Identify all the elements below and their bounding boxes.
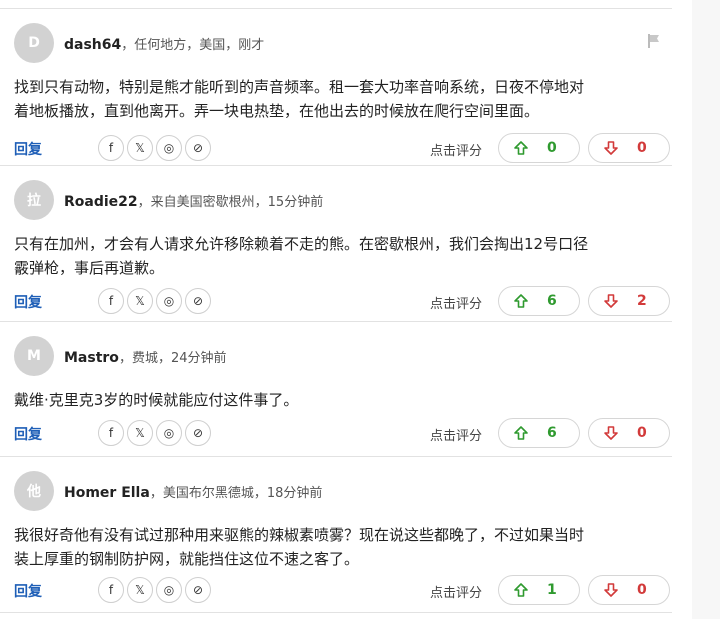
author-name[interactable]: Roadie22 bbox=[64, 194, 138, 210]
comment-header: 拉 Roadie22，来自美国密歇根州，15分钟前 bbox=[14, 180, 323, 220]
comment-actions: 回复 f 𝕏 ◎ ⊘ 点击评分 0 0 bbox=[14, 133, 670, 163]
comment-text: 我很好奇他有没有试过那种用来驱熊的辣椒素喷雾？现在说这些都晚了，不过如果当时 装上… bbox=[14, 523, 664, 571]
share-buttons: f 𝕏 ◎ ⊘ bbox=[98, 135, 211, 161]
downvote-count: 0 bbox=[637, 582, 647, 598]
comment-header: 他 Homer Ella，美国布尔黑德城，18分钟前 bbox=[14, 471, 322, 511]
upvote-button[interactable]: 6 bbox=[498, 418, 580, 448]
arrow-up-icon bbox=[513, 582, 529, 598]
upvote-count: 6 bbox=[547, 293, 557, 309]
comment-card: 他 Homer Ella，美国布尔黑德城，18分钟前我很好奇他有没有试过那种用来驱… bbox=[0, 456, 672, 608]
author-name[interactable]: dash64 bbox=[64, 37, 121, 53]
comment-meta: Homer Ella，美国布尔黑德城，18分钟前 bbox=[64, 482, 322, 501]
upvote-count: 1 bbox=[547, 582, 557, 598]
whatsapp-icon[interactable]: ◎ bbox=[156, 288, 182, 314]
comment-text-line: 戴维·克里克3岁的时候就能应付这件事了。 bbox=[14, 391, 299, 409]
link-icon[interactable]: ⊘ bbox=[185, 288, 211, 314]
arrow-down-icon bbox=[603, 293, 619, 309]
share-buttons: f 𝕏 ◎ ⊘ bbox=[98, 288, 211, 314]
facebook-icon[interactable]: f bbox=[98, 420, 124, 446]
arrow-down-icon bbox=[603, 140, 619, 156]
downvote-button[interactable]: 0 bbox=[588, 133, 670, 163]
comment-text-line: 只有在加州，才会有人请求允许移除赖着不走的熊。在密歇根州，我们会掏出12号口径 bbox=[14, 235, 589, 253]
comment-actions: 回复 f 𝕏 ◎ ⊘ 点击评分 6 0 bbox=[14, 418, 670, 448]
link-icon[interactable]: ⊘ bbox=[185, 420, 211, 446]
downvote-count: 0 bbox=[637, 140, 647, 156]
comment-meta: Mastro，费城，24分钟前 bbox=[64, 347, 226, 366]
comment-text: 戴维·克里克3岁的时候就能应付这件事了。 bbox=[14, 388, 664, 412]
comment-location-time: ，任何地方，美国，刚才 bbox=[121, 37, 265, 53]
upvote-button[interactable]: 6 bbox=[498, 286, 580, 316]
avatar: 拉 bbox=[14, 180, 54, 220]
comment-card: 拉 Roadie22，来自美国密歇根州，15分钟前只有在加州，才会有人请求允许移除… bbox=[0, 165, 672, 319]
reply-button[interactable]: 回复 bbox=[14, 292, 42, 312]
comment-text: 只有在加州，才会有人请求允许移除赖着不走的熊。在密歇根州，我们会掏出12号口径霰… bbox=[14, 232, 664, 280]
comment-location-time: ，费城，24分钟前 bbox=[118, 350, 227, 366]
whatsapp-icon[interactable]: ◎ bbox=[156, 420, 182, 446]
upvote-count: 6 bbox=[547, 425, 557, 441]
comment-actions: 回复 f 𝕏 ◎ ⊘ 点击评分 1 0 bbox=[14, 575, 670, 605]
comment-text: 找到只有动物，特别是熊才能听到的声音频率。租一套大功率音响系统，日夜不停地对 着地… bbox=[14, 75, 664, 123]
comment-location-time: ，美国布尔黑德城，18分钟前 bbox=[149, 485, 323, 501]
arrow-up-icon bbox=[513, 425, 529, 441]
author-name[interactable]: Mastro bbox=[64, 350, 119, 366]
comment-text-line: 我很好奇他有没有试过那种用来驱熊的辣椒素喷雾？现在说这些都晚了，不过如果当时 bbox=[14, 526, 585, 544]
share-buttons: f 𝕏 ◎ ⊘ bbox=[98, 577, 211, 603]
comment-header: Ddash64，任何地方，美国，刚才 bbox=[14, 23, 264, 63]
share-buttons: f 𝕏 ◎ ⊘ bbox=[98, 420, 211, 446]
whatsapp-icon[interactable]: ◎ bbox=[156, 135, 182, 161]
comment-card: Ddash64，任何地方，美国，刚才找到只有动物，特别是熊才能听到的声音频率。租… bbox=[0, 8, 672, 166]
reply-button[interactable]: 回复 bbox=[14, 139, 42, 159]
upvote-button[interactable]: 0 bbox=[498, 133, 580, 163]
downvote-button[interactable]: 0 bbox=[588, 575, 670, 605]
avatar: M bbox=[14, 336, 54, 376]
avatar: 他 bbox=[14, 471, 54, 511]
author-name[interactable]: Homer Ella bbox=[64, 485, 150, 501]
comment-location-time: ，来自美国密歇根州，15分钟前 bbox=[137, 194, 324, 210]
downvote-count: 2 bbox=[637, 293, 647, 309]
facebook-icon[interactable]: f bbox=[98, 577, 124, 603]
comment-meta: dash64，任何地方，美国，刚才 bbox=[64, 34, 264, 53]
comment-card: M Mastro，费城，24分钟前戴维·克里克3岁的时候就能应付这件事了。 回复 f 𝕏… bbox=[0, 321, 672, 451]
whatsapp-icon[interactable]: ◎ bbox=[156, 577, 182, 603]
link-icon[interactable]: ⊘ bbox=[185, 577, 211, 603]
rate-label: 点击评分 bbox=[430, 297, 483, 312]
comment-text-line: 找到只有动物，特别是熊才能听到的声音频率。租一套大功率音响系统，日夜不停地对 bbox=[14, 78, 585, 96]
comment-meta: Roadie22，来自美国密歇根州，15分钟前 bbox=[64, 191, 323, 210]
avatar: D bbox=[14, 23, 54, 63]
upvote-count: 0 bbox=[547, 140, 557, 156]
reply-button[interactable]: 回复 bbox=[14, 581, 42, 601]
rate-label: 点击评分 bbox=[430, 586, 483, 601]
x-icon[interactable]: 𝕏 bbox=[127, 420, 153, 446]
downvote-button[interactable]: 2 bbox=[588, 286, 670, 316]
comment-header: M Mastro，费城，24分钟前 bbox=[14, 336, 226, 376]
arrow-down-icon bbox=[603, 425, 619, 441]
x-icon[interactable]: 𝕏 bbox=[127, 577, 153, 603]
comment-text-line: 霰弹枪，事后再道歉。 bbox=[14, 259, 165, 277]
reply-button[interactable]: 回复 bbox=[14, 424, 42, 444]
rate-label: 点击评分 bbox=[430, 429, 483, 444]
link-icon[interactable]: ⊘ bbox=[185, 135, 211, 161]
comment-actions: 回复 f 𝕏 ◎ ⊘ 点击评分 6 2 bbox=[14, 286, 670, 316]
downvote-button[interactable]: 0 bbox=[588, 418, 670, 448]
x-icon[interactable]: 𝕏 bbox=[127, 288, 153, 314]
page-gutter bbox=[692, 0, 720, 619]
arrow-down-icon bbox=[603, 582, 619, 598]
arrow-up-icon bbox=[513, 140, 529, 156]
facebook-icon[interactable]: f bbox=[98, 288, 124, 314]
comment-text-line: 装上厚重的钢制防护网，就能挡住这位不速之客了。 bbox=[14, 550, 360, 568]
flag-icon[interactable] bbox=[646, 33, 662, 49]
facebook-icon[interactable]: f bbox=[98, 135, 124, 161]
rate-label: 点击评分 bbox=[430, 144, 483, 159]
bottom-divider bbox=[0, 612, 672, 613]
arrow-up-icon bbox=[513, 293, 529, 309]
downvote-count: 0 bbox=[637, 425, 647, 441]
x-icon[interactable]: 𝕏 bbox=[127, 135, 153, 161]
upvote-button[interactable]: 1 bbox=[498, 575, 580, 605]
comment-text-line: 着地板播放，直到他离开。弄一块电热垫，在他出去的时候放在爬行空间里面。 bbox=[14, 102, 540, 120]
